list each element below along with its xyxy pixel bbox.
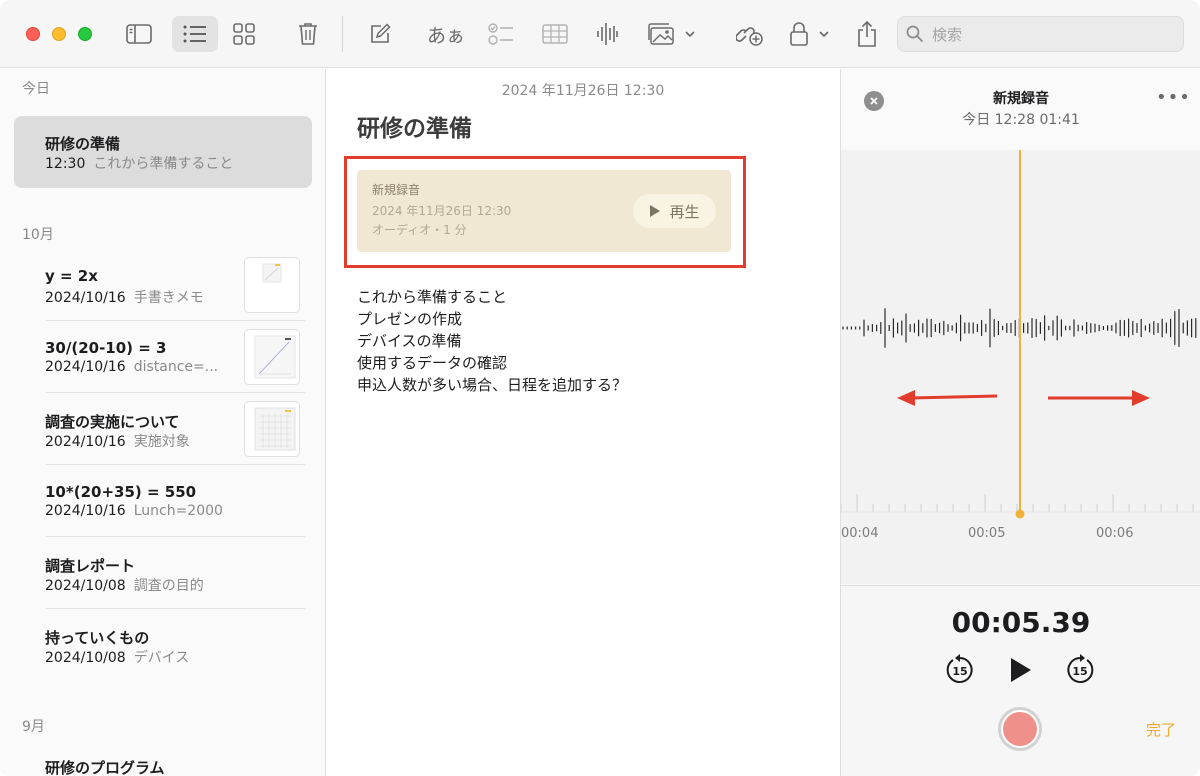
media-menu-icon[interactable] (646, 16, 698, 52)
list-item[interactable]: 研修のプログラム (14, 746, 312, 776)
minimize-window-button[interactable] (52, 27, 66, 41)
note-meta: 2024/10/16 手書きメモ (45, 290, 204, 306)
list-divider (46, 320, 305, 321)
play-button[interactable]: 再生 (633, 194, 716, 228)
skip-back-15-icon[interactable]: 15 (944, 654, 976, 686)
note-body[interactable]: これから準備すること プレゼンの作成 デバイスの準備 使用するデータの確認 申込… (357, 286, 627, 396)
timeline-ticks (841, 494, 1194, 512)
skip-forward-15-icon[interactable]: 15 (1064, 654, 1096, 686)
note-title: 10*(20+35) = 550 (45, 483, 197, 501)
timeline-label: 00:05 (968, 526, 1006, 541)
attachment-date: 2024 年11月26日 12:30 (372, 204, 512, 218)
list-item[interactable]: 10*(20+35) = 550 2024/10/16 Lunch=2000 (14, 472, 312, 536)
list-item[interactable]: y = 2x 2024/10/16 手書きメモ (14, 256, 312, 320)
sidebar-toggle-icon[interactable] (120, 16, 158, 52)
notes-list: 今日 研修の準備 12:30 これから準備すること 10月 y = 2x 2024… (0, 69, 326, 776)
note-editor[interactable]: 2024 年11月26日 12:30 研修の準備 新規録音 2024 年11月2… (327, 69, 839, 776)
list-divider (46, 464, 305, 465)
list-divider (46, 536, 305, 537)
note-title: 調査の実施について (45, 413, 180, 431)
timeline-label: 00:04 (841, 526, 879, 541)
body-line: プレゼンの作成 (357, 310, 463, 328)
play-pause-icon[interactable] (1008, 656, 1034, 684)
note-meta: 2024/10/08 デバイス (45, 650, 190, 666)
note-title: 調査レポート (45, 557, 136, 575)
trash-icon[interactable] (290, 16, 326, 52)
section-header-october: 10月 (22, 227, 54, 243)
note-thumbnail (244, 257, 300, 313)
note-meta: 2024/10/16 実施対象 (45, 434, 190, 450)
section-header-september: 9月 (22, 719, 45, 735)
audio-attachment-card[interactable]: 新規録音 2024 年11月26日 12:30 オーディオ・1 分 再生 (357, 170, 731, 252)
note-title: y = 2x (45, 267, 98, 285)
list-item[interactable]: 30/(20-10) = 3 2024/10/16 distance=... (14, 328, 312, 392)
more-options-icon[interactable]: ••• (1156, 87, 1191, 108)
note-title: 研修の準備 (45, 135, 121, 153)
scroll-right-arrow (1048, 390, 1150, 406)
note-thumbnail (244, 401, 300, 457)
record-icon (1003, 712, 1037, 746)
format-text-button[interactable]: あぁ (424, 16, 468, 52)
list-divider (46, 392, 305, 393)
audio-waveform-icon[interactable] (590, 16, 624, 52)
list-divider (46, 608, 305, 609)
table-icon[interactable] (538, 16, 572, 52)
list-item-selected[interactable]: 研修の準備 12:30 これから準備すること (14, 116, 312, 188)
gallery-view-icon[interactable] (225, 16, 263, 52)
note-meta: 12:30 これから準備すること (45, 156, 234, 172)
toolbar: あぁ 検索 (0, 0, 1200, 68)
search-field[interactable]: 検索 (897, 16, 1184, 52)
note-meta: 2024/10/16 Lunch=2000 (45, 503, 223, 519)
body-line: 申込人数が多い場合、日程を追加する？ (357, 376, 628, 394)
list-item[interactable]: 調査の実施について 2024/10/16 実施対象 (14, 400, 312, 464)
svg-text:15: 15 (1072, 665, 1087, 678)
section-header-today: 今日 (22, 81, 50, 97)
body-line: デバイスの準備 (357, 332, 462, 350)
lock-menu-icon[interactable] (786, 16, 832, 52)
current-time: 00:05.39 (951, 606, 1091, 639)
note-date: 2024 年11月26日 12:30 (501, 83, 665, 99)
note-title: 持っていくもの (45, 629, 150, 647)
note-title: 研修のプログラム (45, 759, 165, 776)
recording-title: 新規録音 (993, 91, 1049, 107)
waveform-area[interactable]: 00:04 00:05 00:06 (841, 150, 1200, 584)
timeline-label: 00:06 (1096, 526, 1134, 541)
format-label: あぁ (426, 24, 465, 47)
link-add-icon[interactable] (732, 16, 768, 52)
search-placeholder: 検索 (932, 25, 963, 44)
compose-icon[interactable] (362, 16, 398, 52)
note-meta: 2024/10/16 distance=... (45, 359, 219, 375)
play-label: 再生 (669, 202, 700, 221)
scroll-left-arrow (897, 390, 998, 406)
body-line: これから準備すること (357, 288, 508, 306)
attachment-name: 新規録音 (372, 183, 421, 197)
list-view-icon[interactable] (172, 16, 218, 52)
zoom-window-button[interactable] (78, 27, 92, 41)
notes-window: あぁ 検索 今日 研修の準備 12:30 これから準備すること 10月 y = … (0, 0, 1200, 776)
note-heading: 研修の準備 (357, 116, 472, 142)
svg-text:15: 15 (952, 665, 967, 678)
body-line: 使用するデータの確認 (357, 354, 508, 372)
recording-panel: 新規録音 今日 12:28 01:41 ••• 00:04 00:05 00:0… (840, 69, 1200, 776)
checklist-icon[interactable] (484, 16, 518, 52)
list-item[interactable]: 持っていくもの 2024/10/08 デバイス (14, 616, 312, 680)
attachment-info: オーディオ・1 分 (372, 223, 467, 237)
record-button[interactable] (998, 707, 1042, 751)
playhead-bottom-handle (1015, 509, 1025, 519)
waveform-graphic (841, 150, 1200, 519)
note-meta: 2024/10/08 調査の目的 (45, 578, 204, 594)
recording-subtitle: 今日 12:28 01:41 (962, 112, 1080, 128)
close-window-button[interactable] (26, 27, 40, 41)
toolbar-separator (342, 16, 343, 52)
note-thumbnail (244, 329, 300, 385)
playback-controls: 00:05.39 15 15 完了 (841, 585, 1200, 776)
search-icon (906, 25, 924, 43)
done-button[interactable]: 完了 (1146, 719, 1176, 740)
note-title: 30/(20-10) = 3 (45, 339, 167, 357)
share-icon[interactable] (850, 16, 884, 52)
play-icon (650, 205, 661, 217)
list-item[interactable]: 調査レポート 2024/10/08 調査の目的 (14, 544, 312, 608)
